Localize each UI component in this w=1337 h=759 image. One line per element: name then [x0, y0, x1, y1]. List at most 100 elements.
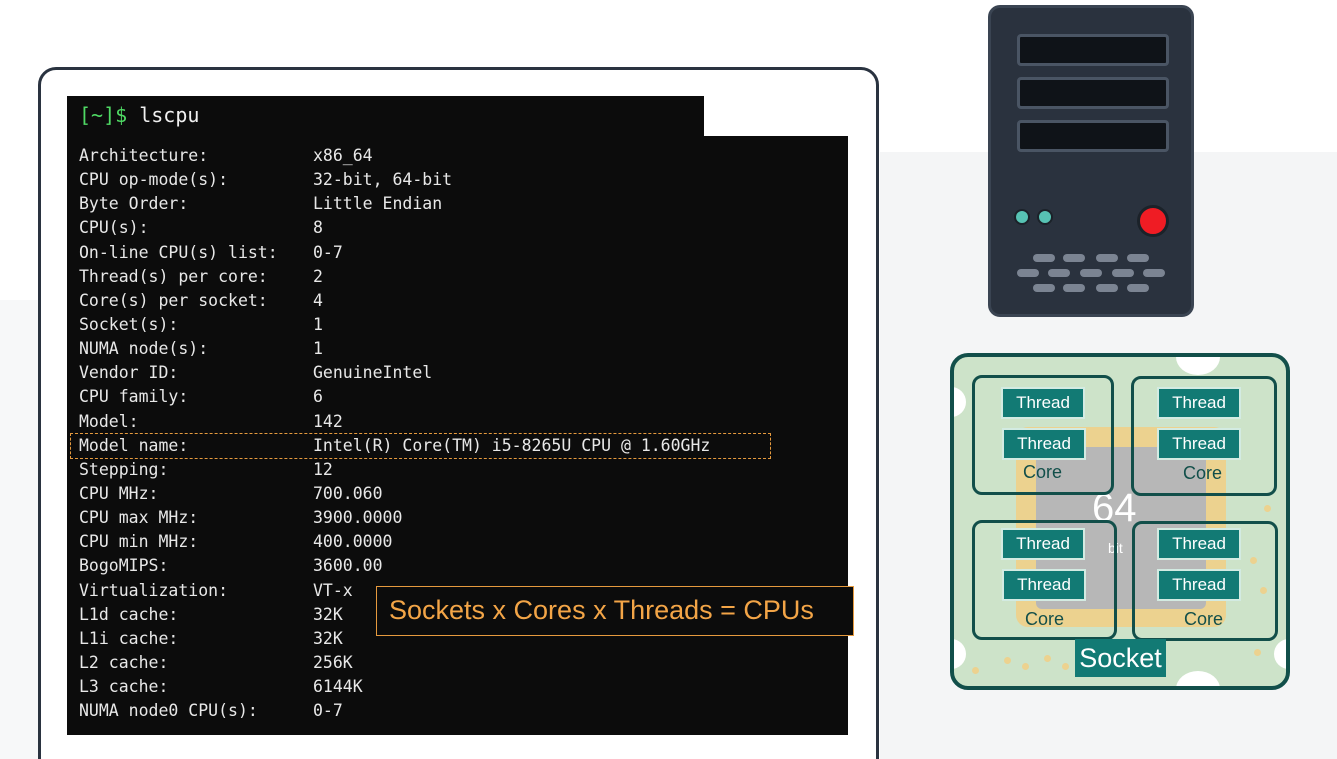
- row-key: Vendor ID:: [79, 363, 179, 383]
- power-led: [1137, 205, 1169, 237]
- vent-slot: [1063, 254, 1085, 262]
- output-row: CPU max MHz: 3900.0000: [79, 506, 770, 530]
- output-row: NUMA node0 CPU(s): 0-7: [79, 699, 770, 723]
- formula-callout: Sockets x Cores x Threads = CPUs: [376, 586, 854, 636]
- row-value: Little Endian: [313, 194, 443, 214]
- chip-notch: [954, 387, 966, 417]
- highlighted-output-row: Model name: Intel(R) Core(TM) i5-8265U CP…: [70, 432, 771, 459]
- output-row: NUMA node(s): 1: [79, 337, 770, 361]
- command-text: lscpu: [127, 103, 200, 127]
- vent-slot: [1017, 269, 1039, 277]
- chip-notch: [1274, 639, 1286, 669]
- row-key: Architecture:: [79, 146, 209, 165]
- output-row: L3 cache: 6144K: [79, 675, 770, 699]
- output-row: Byte Order: Little Endian: [79, 192, 770, 216]
- output-row: BogoMIPS: 3600.00: [79, 554, 770, 578]
- row-value: 6: [313, 387, 323, 407]
- row-key: Thread(s) per core:: [79, 266, 268, 286]
- drive-bay: [1017, 34, 1169, 66]
- vent-slot: [1048, 269, 1070, 277]
- chip-notch: [954, 639, 966, 669]
- core-label: Core: [1183, 463, 1223, 483]
- row-key: L2 cache:: [79, 652, 169, 672]
- output-row: CPU family: 6: [79, 385, 770, 409]
- server-tower-icon: [988, 5, 1194, 317]
- row-key: BogoMIPS:: [79, 556, 169, 576]
- row-value: 32-bit, 64-bit: [313, 170, 453, 190]
- row-value: 8: [313, 218, 323, 238]
- core-label: Core: [1023, 462, 1063, 482]
- chip-dot: [1062, 663, 1069, 670]
- row-value: 1: [313, 339, 323, 359]
- row-key: On-line CPU(s) list:: [79, 242, 278, 262]
- terminal-title-gap: [704, 96, 848, 136]
- row-key: L1d cache:: [79, 604, 179, 624]
- row-key: Model:: [79, 411, 139, 431]
- chip-dot: [1044, 655, 1051, 662]
- row-value: x86_64: [313, 146, 373, 165]
- chip-dot: [1022, 663, 1029, 670]
- vent-slot: [1080, 269, 1102, 277]
- row-key: Core(s) per socket:: [79, 290, 268, 310]
- thread-label: Thread: [1157, 528, 1241, 560]
- row-value: VT-x: [313, 580, 353, 600]
- row-key: CPU(s):: [79, 218, 149, 238]
- socket-label: Socket: [1075, 639, 1166, 677]
- vent-slot: [1143, 269, 1165, 277]
- thread-label: Thread: [1002, 569, 1086, 601]
- output-row: Model: 142: [79, 410, 770, 434]
- status-led: [1037, 209, 1053, 225]
- chip-dot: [1004, 657, 1011, 664]
- chip-dot: [1264, 505, 1271, 512]
- output-row: Stepping: 12: [79, 458, 770, 482]
- row-value: 0-7: [313, 242, 343, 262]
- vent-slot: [1033, 284, 1055, 292]
- chip-dot: [1254, 649, 1261, 656]
- vent-slot: [1033, 254, 1055, 262]
- core-label: Core: [1025, 609, 1065, 629]
- row-value: GenuineIntel: [313, 363, 433, 383]
- row-value: 12: [313, 459, 333, 479]
- output-row: Thread(s) per core: 2: [79, 265, 770, 289]
- row-value: 32K: [313, 604, 343, 624]
- row-key: CPU MHz:: [79, 483, 159, 503]
- drive-bay: [1017, 120, 1169, 152]
- output-row: L2 cache: 256K: [79, 651, 770, 675]
- vent-slot: [1127, 254, 1149, 262]
- row-key: NUMA node(s):: [79, 339, 209, 359]
- thread-label: Thread: [1002, 428, 1086, 460]
- row-key: Socket(s):: [79, 314, 179, 334]
- thread-label: Thread: [1157, 569, 1241, 601]
- row-value: 3900.0000: [313, 508, 403, 528]
- row-value: 0-7: [313, 701, 343, 721]
- thread-label: Thread: [1157, 428, 1241, 460]
- output-row: Core(s) per socket: 4: [79, 289, 770, 313]
- output-row: On-line CPU(s) list: 0-7: [79, 241, 770, 265]
- output-row: Vendor ID: GenuineIntel: [79, 361, 770, 385]
- thread-label: Thread: [1001, 528, 1085, 560]
- lscpu-output: Architecture: x86_64 CPU op-mode(s): 32-bit…: [70, 144, 771, 723]
- output-row: CPU min MHz: 400.0000: [79, 530, 770, 554]
- vent-slot: [1096, 254, 1118, 262]
- output-row: CPU(s): 8: [79, 216, 770, 240]
- row-value: 700.060: [313, 483, 383, 503]
- row-value: 256K: [313, 652, 353, 672]
- core-label: Core: [1184, 609, 1224, 629]
- vent-slot: [1127, 284, 1149, 292]
- drive-bay: [1017, 77, 1169, 109]
- background-band-left: [0, 300, 40, 759]
- row-key: CPU op-mode(s):: [79, 170, 229, 190]
- vent-slot: [1112, 269, 1134, 277]
- row-key: NUMA node0 CPU(s):: [79, 701, 258, 721]
- row-value: 2: [313, 266, 323, 286]
- row-key: CPU min MHz:: [79, 532, 199, 552]
- row-key: CPU family:: [79, 387, 189, 407]
- row-value: 400.0000: [313, 532, 393, 552]
- output-row: CPU MHz: 700.060: [79, 482, 770, 506]
- prompt-symbol: [~]$: [79, 103, 128, 127]
- row-key: L3 cache:: [79, 677, 169, 697]
- row-value: 142: [313, 411, 343, 431]
- row-value: 32K: [313, 628, 343, 648]
- row-key: Byte Order:: [79, 194, 189, 214]
- chip-dot: [972, 667, 979, 674]
